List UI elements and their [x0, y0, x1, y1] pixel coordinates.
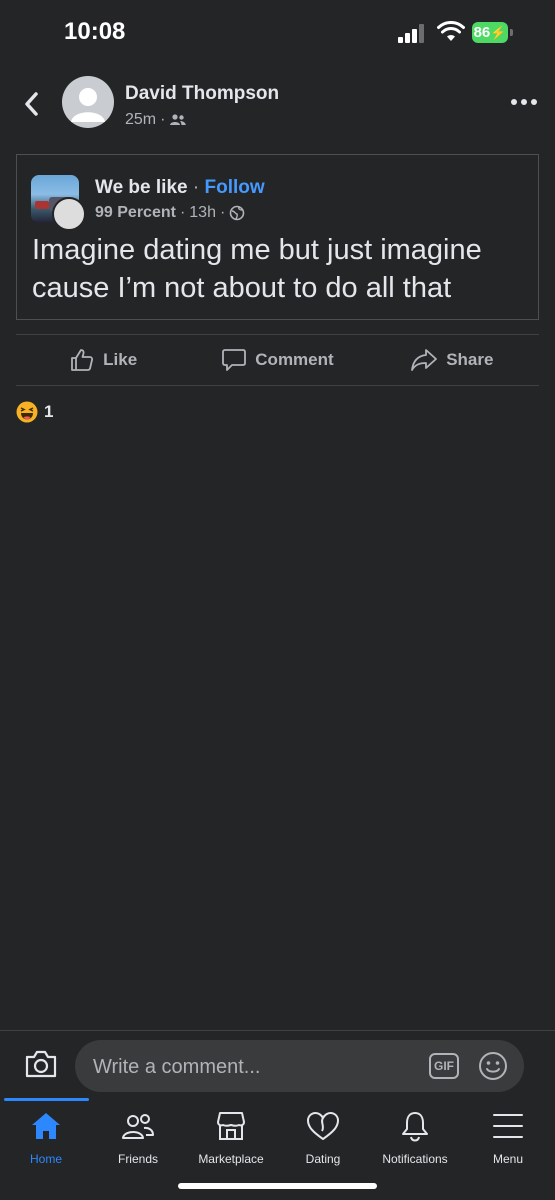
tab-label-friends: Friends — [117, 1152, 158, 1166]
tab-friends[interactable]: Friends — [92, 1108, 184, 1178]
tab-label-marketplace: Marketplace — [198, 1152, 264, 1166]
gif-button[interactable]: GIF — [429, 1053, 459, 1079]
shared-meta-separator-2: · — [219, 204, 226, 221]
post-time: 25m — [125, 111, 157, 128]
haha-reaction-icon — [16, 401, 38, 423]
actions-bottom-divider — [16, 385, 539, 386]
share-button[interactable]: Share — [365, 334, 539, 386]
shared-post-meta: 99 Percent · 13h · — [95, 204, 245, 222]
comment-input[interactable] — [91, 1040, 415, 1094]
more-options-icon[interactable] — [510, 98, 538, 106]
back-chevron-icon[interactable] — [20, 88, 44, 120]
notifications-bell-icon — [402, 1112, 428, 1142]
wifi-icon — [437, 21, 465, 41]
battery-level: 86 — [473, 24, 491, 41]
tab-home[interactable]: Home — [0, 1108, 92, 1178]
friends-audience-icon[interactable] — [169, 113, 187, 127]
author-avatar[interactable] — [62, 76, 114, 128]
tab-notifications[interactable]: Notifications — [369, 1108, 461, 1178]
shared-page-title: We be like · Follow — [95, 177, 265, 199]
comment-composer: GIF — [0, 1030, 555, 1099]
like-button[interactable]: Like — [16, 334, 190, 386]
default-profile-icon — [71, 88, 105, 122]
comment-button[interactable]: Comment — [190, 334, 364, 386]
charging-bolt-icon: ⚡ — [490, 24, 507, 40]
shared-post-time: 13h — [189, 204, 216, 221]
shared-page-name[interactable]: We be like — [95, 177, 188, 198]
like-label: Like — [103, 350, 138, 369]
shared-meta-separator-1: · — [179, 204, 186, 221]
author-name[interactable]: David Thompson — [125, 83, 279, 105]
post-header: David Thompson 25m · — [0, 70, 555, 140]
active-tab-indicator — [4, 1098, 89, 1101]
title-dot: · — [187, 177, 205, 198]
home-indicator[interactable] — [178, 1183, 377, 1189]
reaction-summary[interactable]: 1 — [16, 401, 53, 423]
emoji-icon[interactable] — [477, 1050, 509, 1082]
comment-bubble-icon — [222, 349, 247, 371]
status-bar: 10:08 86 ⚡ — [0, 0, 555, 64]
follow-button[interactable]: Follow — [204, 177, 264, 198]
tab-label-notifications: Notifications — [382, 1152, 448, 1166]
tab-label-dating: Dating — [305, 1152, 341, 1166]
home-icon — [32, 1113, 60, 1139]
shared-post-card[interactable]: We be like · Follow 99 Percent · 13h · I… — [16, 154, 539, 320]
comment-label: Comment — [255, 350, 334, 369]
dating-heart-icon — [307, 1112, 339, 1140]
tab-label-menu: Menu — [492, 1152, 524, 1166]
comment-input-container: GIF — [75, 1040, 524, 1094]
shared-post-text: Imagine dating me but just imagine cause… — [32, 234, 482, 304]
camera-icon[interactable] — [24, 1048, 58, 1080]
tab-label-home: Home — [29, 1152, 62, 1166]
meta-separator: · — [160, 111, 166, 128]
thumbs-up-icon — [71, 349, 94, 371]
post-meta: 25m · — [125, 111, 187, 129]
reaction-count: 1 — [44, 402, 54, 421]
post-actions: Like Comment Share — [16, 334, 539, 386]
tab-marketplace[interactable]: Marketplace — [185, 1108, 277, 1178]
tab-menu[interactable]: Menu — [462, 1108, 554, 1178]
share-label: Share — [446, 350, 494, 369]
status-time: 10:08 — [64, 18, 126, 45]
marketplace-store-icon — [217, 1112, 245, 1140]
battery-indicator: 86 ⚡ — [472, 22, 508, 43]
globe-icon — [229, 205, 245, 221]
shared-sub-page[interactable]: 99 Percent — [95, 204, 176, 222]
cellular-signal-icon — [398, 23, 426, 43]
battery-tip — [510, 29, 513, 36]
tab-dating[interactable]: Dating — [277, 1108, 369, 1178]
friends-icon — [122, 1114, 154, 1139]
shared-page-avatar[interactable] — [52, 197, 86, 231]
hamburger-menu-icon — [493, 1114, 523, 1138]
share-arrow-icon — [411, 349, 438, 371]
